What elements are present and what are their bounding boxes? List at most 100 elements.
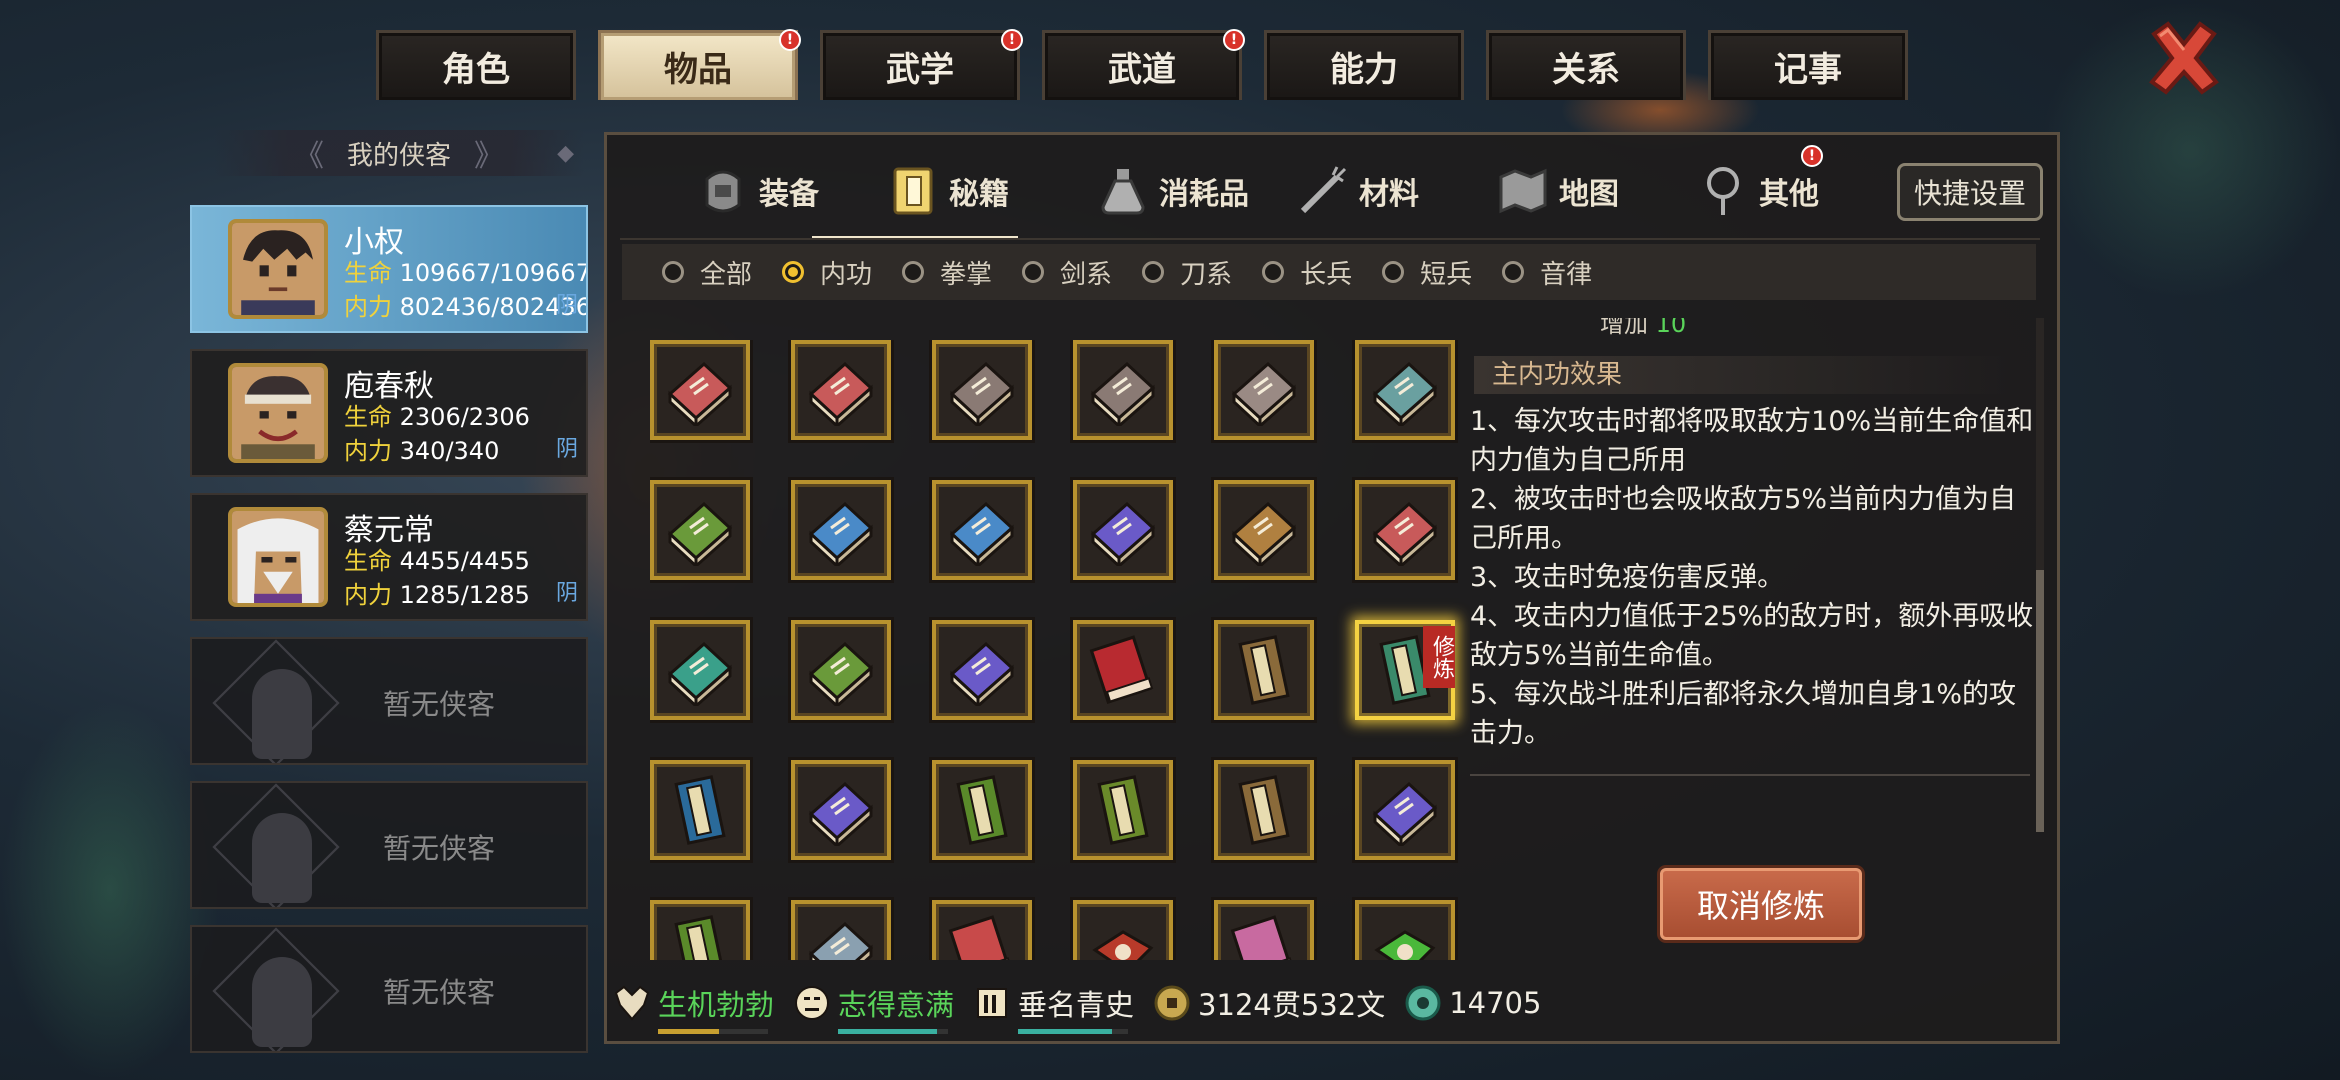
item-slot[interactable] <box>1214 760 1314 860</box>
tab-martial-way[interactable]: 武道! <box>1042 29 1245 100</box>
item-slot[interactable] <box>650 480 750 580</box>
filter-option[interactable]: 全部 <box>662 254 752 291</box>
item-slot[interactable] <box>932 340 1032 440</box>
status-item[interactable]: 3124贯532文 <box>1152 982 1385 1024</box>
empty-hero-slot[interactable]: 暂无侠客 <box>190 925 588 1053</box>
item-slot[interactable] <box>791 340 891 440</box>
hero-mp: 内力 1285/1285 <box>344 581 530 609</box>
filter-option[interactable]: 刀系 <box>1142 254 1232 291</box>
item-slot[interactable] <box>791 620 891 720</box>
item-slot[interactable] <box>1073 480 1173 580</box>
tab-label: 其他 <box>1759 177 1819 212</box>
tab-equipment[interactable]: 装备 <box>697 161 819 221</box>
item-slot[interactable] <box>1214 620 1314 720</box>
item-slot[interactable] <box>1355 480 1455 580</box>
item-pouch-icon <box>1092 930 1154 960</box>
item-slot[interactable] <box>1355 760 1455 860</box>
filter-label: 全部 <box>700 259 753 290</box>
status-item[interactable]: 志得意满 <box>792 982 955 1034</box>
empty-hero-slot[interactable]: 暂无侠客 <box>190 637 588 765</box>
book-icon <box>1372 501 1438 566</box>
status-item[interactable]: 垂名青史 <box>972 982 1135 1034</box>
filter-label: 剑系 <box>1060 259 1113 290</box>
tab-others[interactable]: 其他 ! <box>1697 145 1823 221</box>
tab-character[interactable]: 角色 <box>376 30 576 100</box>
status-item[interactable]: 生机勃勃 <box>612 982 774 1034</box>
item-slot[interactable] <box>932 760 1032 860</box>
hero-list-header: 《 我的侠客 》 ◆ <box>214 130 584 176</box>
filter-label: 内功 <box>820 259 873 290</box>
status-label: 垂名青史 <box>1018 988 1135 1022</box>
other-icon <box>1707 167 1739 215</box>
filter-option[interactable]: 音律 <box>1502 254 1592 291</box>
item-slot[interactable] <box>932 480 1032 580</box>
chevron-right-icon: 》 <box>474 139 504 174</box>
item-slot[interactable] <box>650 340 750 440</box>
item-slot[interactable] <box>1355 340 1455 440</box>
tab-martial-arts[interactable]: 武学! <box>820 29 1023 100</box>
avatar <box>228 507 328 607</box>
tab-materials[interactable]: 材料 <box>1297 161 1419 221</box>
filter-option[interactable]: 长兵 <box>1262 254 1352 291</box>
filter-option[interactable]: 拳掌 <box>902 254 992 291</box>
item-slot[interactable] <box>1073 620 1173 720</box>
radio-icon <box>1022 261 1045 283</box>
book-icon <box>893 167 933 215</box>
item-slot[interactable] <box>1214 340 1314 440</box>
hero-card[interactable]: 小权 生命 109667/109667 内力 802436/802436 阴 <box>190 205 588 333</box>
tab-consumables[interactable]: 消耗品 <box>1097 161 1249 221</box>
radio-icon <box>662 261 684 283</box>
status-meter <box>838 1029 949 1034</box>
item-slot[interactable]: 修炼 <box>1355 620 1455 720</box>
filter-label: 拳掌 <box>940 259 993 290</box>
status-label: 3124贯532文 <box>1198 988 1386 1022</box>
item-slot[interactable] <box>1073 760 1173 860</box>
status-meter <box>658 1029 768 1034</box>
item-slot[interactable] <box>791 900 891 960</box>
status-item[interactable]: 14705 <box>1403 983 1541 1023</box>
item-slot[interactable] <box>650 620 750 720</box>
filter-option[interactable]: 剑系 <box>1022 254 1112 291</box>
item-slot[interactable] <box>1355 900 1455 960</box>
vitality-icon <box>614 985 650 1021</box>
tab-label: 武学 <box>886 50 954 90</box>
tab-secret-books[interactable]: 秘籍 <box>887 161 1009 221</box>
item-slot[interactable] <box>1073 900 1173 960</box>
item-slot[interactable] <box>650 900 750 960</box>
tab-items[interactable]: 物品! <box>598 29 801 100</box>
filter-option[interactable]: 内功 <box>782 254 872 291</box>
item-slot[interactable] <box>932 620 1032 720</box>
hero-hp: 生命 109667/109667 <box>344 259 588 287</box>
tab-ability[interactable]: 能力 <box>1264 30 1464 100</box>
filter-label: 短兵 <box>1420 259 1473 290</box>
hero-hp: 生命 4455/4455 <box>344 547 530 575</box>
filter-option[interactable]: 短兵 <box>1382 254 1472 291</box>
diamond-icon: ◆ <box>557 140 574 166</box>
tab-label: 记事 <box>1774 50 1842 90</box>
item-slot[interactable] <box>1214 480 1314 580</box>
close-icon[interactable] <box>2146 20 2222 96</box>
book-icon <box>667 641 733 706</box>
tab-maps[interactable]: 地图 <box>1497 161 1619 221</box>
item-slot[interactable] <box>791 760 891 860</box>
tab-relations[interactable]: 关系 <box>1486 30 1686 100</box>
item-slot[interactable] <box>932 900 1032 960</box>
item-slot[interactable] <box>1073 340 1173 440</box>
detail-cut-line: 增加 10 <box>1600 318 1687 338</box>
status-bar: 生机勃勃 志得意满 垂名青史 3124贯532文 14705 <box>612 970 2052 1036</box>
hero-card[interactable]: 庖春秋 生命 2306/2306 内力 340/340 阴 <box>190 349 588 477</box>
cancel-training-button[interactable]: 取消修炼 <box>1660 868 1862 940</box>
empty-hero-slot[interactable]: 暂无侠客 <box>190 781 588 909</box>
item-slot[interactable] <box>791 480 891 580</box>
scrollbar-thumb[interactable] <box>2036 570 2044 832</box>
item-slot[interactable] <box>650 760 750 860</box>
status-label: 志得意满 <box>838 988 955 1022</box>
book-icon <box>1231 361 1297 426</box>
fame-icon <box>977 988 1008 1018</box>
tab-label: 装备 <box>759 177 819 212</box>
quick-settings-button[interactable]: 快捷设置 <box>1897 163 2043 221</box>
tab-journal[interactable]: 记事 <box>1708 30 1908 100</box>
item-slot[interactable] <box>1214 900 1314 960</box>
scroll-icon <box>956 775 1008 845</box>
hero-card[interactable]: 蔡元常 生命 4455/4455 内力 1285/1285 阴 <box>190 493 588 621</box>
